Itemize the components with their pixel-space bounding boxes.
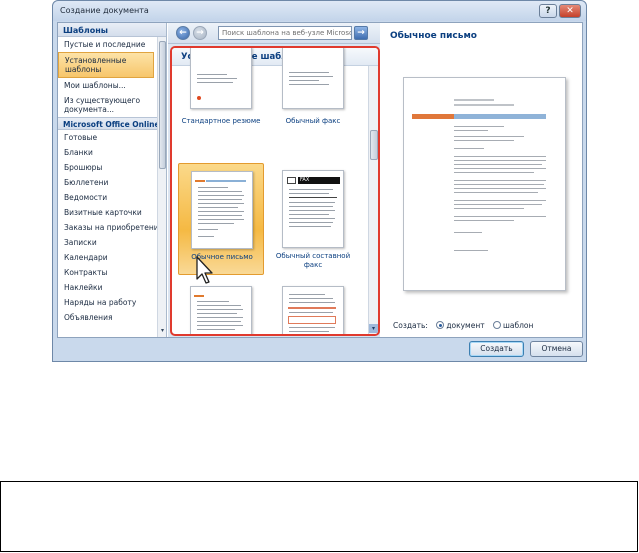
template-tile-composite-fax[interactable]: FAX Обычный составной факс (270, 163, 356, 275)
category-online-item[interactable]: Наряды на работу (58, 295, 166, 310)
help-button[interactable]: ? (539, 4, 557, 18)
template-caption: Обычное письмо (191, 253, 253, 261)
template-gallery-pane: ← → Поиск шаблона на веб-узле Microsof →… (168, 23, 380, 337)
template-tile-fax[interactable]: Обычный факс (270, 48, 356, 143)
category-online-item[interactable]: Ведомости (58, 190, 166, 205)
forward-button[interactable]: → (193, 26, 207, 40)
template-tile[interactable] (178, 282, 264, 334)
category-online-item[interactable]: Бюллетени (58, 175, 166, 190)
create-button[interactable]: Создать (469, 341, 524, 357)
template-thumbnail: FAX (282, 170, 344, 248)
category-online-item[interactable]: Брошюры (58, 160, 166, 175)
dialog-body: Шаблоны Пустые и последние Установленные… (57, 22, 583, 338)
installed-templates-gallery: Установленные шаблоны Стандартное резюме (170, 46, 380, 336)
radio-template-label[interactable]: шаблон (503, 321, 533, 330)
mouse-cursor-icon (196, 256, 213, 284)
back-button[interactable]: ← (176, 26, 190, 40)
template-tile[interactable] (270, 282, 356, 334)
gallery-toolbar: ← → Поиск шаблона на веб-узле Microsof → (168, 23, 380, 44)
preview-pane: Обычное письмо Создать: документ шаблон (381, 23, 582, 337)
templates-header: Шаблоны (58, 23, 166, 37)
category-online-item[interactable]: Наклейки (58, 280, 166, 295)
office-online-header: Microsoft Office Online (58, 117, 166, 130)
category-from-existing[interactable]: Из существующего документа... (58, 93, 166, 117)
category-my-templates[interactable]: Мои шаблоны... (58, 78, 166, 93)
category-pane: Шаблоны Пустые и последние Установленные… (58, 23, 167, 337)
template-caption: Обычный составной факс (275, 252, 351, 269)
radio-document-label[interactable]: документ (446, 321, 484, 330)
category-installed-templates[interactable]: Установленные шаблоны (58, 52, 154, 78)
category-scrollbar[interactable]: ▾ (157, 37, 166, 337)
close-button[interactable]: ✕ (559, 4, 581, 18)
template-thumbnail (190, 48, 252, 109)
radio-document[interactable] (436, 321, 445, 329)
template-tile-resume[interactable]: Стандартное резюме (178, 48, 264, 143)
scrollbar-thumb[interactable] (159, 41, 166, 169)
cancel-button[interactable]: Отмена (530, 341, 583, 357)
empty-note-box (0, 481, 638, 552)
search-go-button[interactable]: → (354, 26, 368, 40)
new-document-dialog: Создание документа ? ✕ Шаблоны Пустые и … (52, 0, 587, 362)
title-bar: Создание документа ? ✕ (53, 1, 586, 21)
create-label: Создать: (393, 321, 428, 330)
category-online-item[interactable]: Контракты (58, 265, 166, 280)
scroll-down-icon[interactable]: ▾ (369, 324, 378, 333)
template-thumbnail (282, 48, 344, 109)
radio-template[interactable] (493, 321, 501, 329)
fax-label: FAX (298, 177, 340, 184)
create-as-options: Создать: документ шаблон (393, 321, 533, 330)
category-online-item[interactable]: Готовые (58, 130, 166, 145)
preview-title: Обычное письмо (390, 31, 477, 41)
category-online-item[interactable]: Объявления (58, 310, 166, 325)
scroll-down-icon[interactable]: ▾ (159, 327, 166, 335)
template-caption: Стандартное резюме (181, 117, 261, 125)
scrollbar-thumb[interactable] (370, 130, 378, 160)
category-online-item[interactable]: Календари (58, 250, 166, 265)
category-online-item[interactable]: Заказы на приобретение (58, 220, 166, 235)
category-online-item[interactable]: Бланки (58, 145, 166, 160)
template-thumbnail (282, 286, 344, 334)
window-title: Создание документа (60, 6, 149, 15)
template-thumbnail (190, 286, 252, 334)
gallery-scrollbar[interactable]: ▾ (368, 66, 378, 334)
category-online-item[interactable]: Визитные карточки (58, 205, 166, 220)
category-online-item[interactable]: Записки (58, 235, 166, 250)
category-blank-recent[interactable]: Пустые и последние (58, 37, 166, 52)
template-tile-normal-letter[interactable]: Обычное письмо (178, 163, 264, 275)
template-search-input[interactable]: Поиск шаблона на веб-узле Microsof (218, 26, 352, 40)
preview-page-thumbnail (403, 77, 566, 291)
template-thumbnail (191, 171, 253, 249)
template-caption: Обычный факс (285, 117, 341, 125)
